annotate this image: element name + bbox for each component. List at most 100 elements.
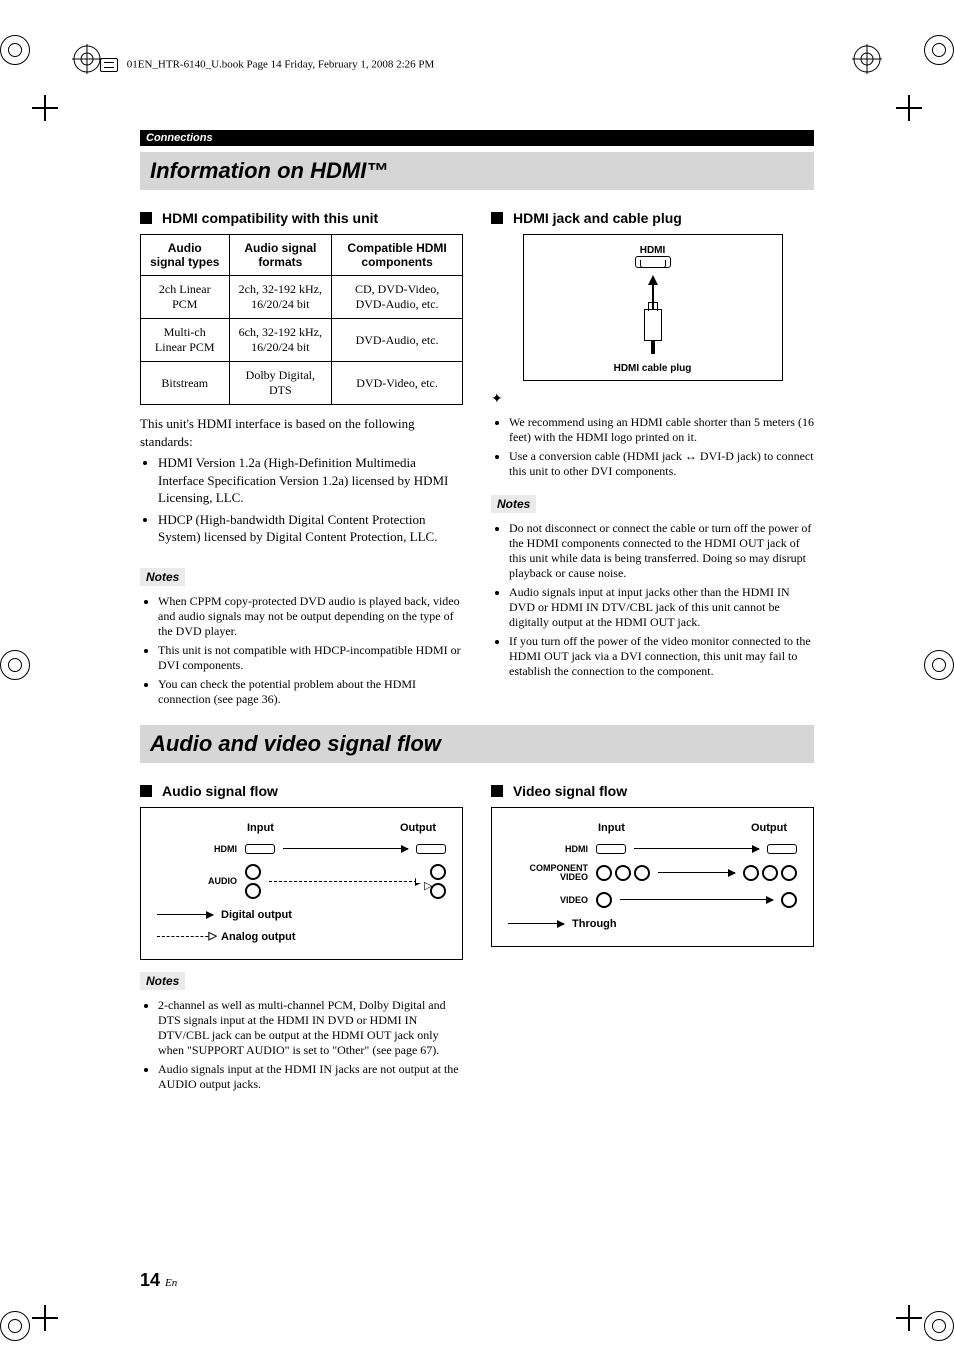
subheading-video-flow: Video signal flow (491, 783, 814, 799)
print-mark (0, 35, 30, 65)
row-label: AUDIO (157, 876, 237, 886)
audio-flow-diagram: Input Output HDMI AUDIO (140, 807, 463, 960)
table-cell: DVD-Audio, etc. (332, 319, 463, 362)
subheading-text: HDMI compatibility with this unit (162, 210, 378, 226)
table-cell: Dolby Digital, DTS (229, 362, 332, 405)
hdmi-port-label: HDMI (534, 245, 772, 256)
input-label: Input (598, 822, 625, 834)
subheading-hdmi-jack: HDMI jack and cable plug (491, 210, 814, 226)
rca-jack-icon (743, 865, 759, 881)
manual-page: 01EN_HTR-6140_U.book Page 14 Friday, Feb… (0, 0, 954, 1351)
list-item: You can check the potential problem abou… (158, 677, 463, 707)
rca-jack-icon (430, 883, 446, 899)
tip-icon (491, 391, 511, 407)
file-stamp: 01EN_HTR-6140_U.book Page 14 Friday, Feb… (100, 58, 434, 72)
arrow-right-icon (283, 848, 408, 849)
notes-label: Notes (491, 495, 536, 513)
section-heading: Audio and video signal flow (140, 725, 814, 763)
notes-label: Notes (140, 972, 185, 990)
legend-label: Through (572, 918, 617, 930)
notes-list: 2-channel as well as multi-channel PCM, … (158, 998, 463, 1092)
print-mark (924, 1311, 954, 1341)
table-cell: CD, DVD-Video, DVD-Audio, etc. (332, 276, 463, 319)
register-circle-icon (72, 44, 102, 74)
table-cell: 2ch Linear PCM (141, 276, 230, 319)
book-icon (100, 58, 118, 72)
rca-jack-icon (430, 864, 446, 880)
subheading-audio-flow: Audio signal flow (140, 783, 463, 799)
row-label: VIDEO (508, 895, 588, 905)
page-number-suffix: En (165, 1277, 177, 1289)
crosshair-icon (32, 1305, 58, 1331)
list-item: Use a conversion cable (HDMI jack ↔ DVI-… (509, 449, 814, 479)
crosshair-icon (896, 95, 922, 121)
row-label: COMPONENT VIDEO (508, 864, 588, 882)
rca-jack-icon (245, 864, 261, 880)
table-cell: 2ch, 32-192 kHz, 16/20/24 bit (229, 276, 332, 319)
notes-list: Do not disconnect or connect the cable o… (509, 521, 814, 679)
hdmi-port-icon (596, 844, 626, 854)
audio-flow-column: Audio signal flow Input Output HDMI AUD (140, 773, 463, 1096)
hdmi-port-icon (767, 844, 797, 854)
table-header: Audio signal types (141, 235, 230, 276)
subheading-text: Video signal flow (513, 783, 627, 799)
rca-jack-icon (781, 892, 797, 908)
legend-solid-icon (157, 914, 213, 915)
hdmi-port-icon (245, 844, 275, 854)
legend-label: Digital output (221, 909, 292, 921)
output-label: Output (400, 822, 436, 834)
bullet-square-icon (140, 212, 152, 224)
legend-dashed-icon (157, 936, 213, 937)
rca-jack-icon (615, 865, 631, 881)
video-flow-diagram: Input Output HDMI COMPONENT VIDEO (491, 807, 814, 947)
bullet-square-icon (491, 212, 503, 224)
table-cell: DVD-Video, etc. (332, 362, 463, 405)
table-header: Audio signal formats (229, 235, 332, 276)
table-row: Bitstream Dolby Digital, DTS DVD-Video, … (141, 362, 463, 405)
list-item: We recommend using an HDMI cable shorter… (509, 415, 814, 445)
legend-label: Analog output (221, 931, 296, 943)
list-item: 2-channel as well as multi-channel PCM, … (158, 998, 463, 1058)
right-column: HDMI jack and cable plug HDMI HDMI cable… (491, 200, 814, 711)
list-item: Do not disconnect or connect the cable o… (509, 521, 814, 581)
list-item: If you turn off the power of the video m… (509, 634, 814, 679)
list-item: When CPPM copy-protected DVD audio is pl… (158, 594, 463, 639)
left-column: HDMI compatibility with this unit Audio … (140, 200, 463, 711)
list-item: HDMI Version 1.2a (High-Definition Multi… (158, 454, 463, 507)
rca-jack-icon (781, 865, 797, 881)
video-flow-column: Video signal flow Input Output HDMI COM (491, 773, 814, 1096)
rca-jack-icon (634, 865, 650, 881)
table-header: Compatible HDMI components (332, 235, 463, 276)
notes-list: When CPPM copy-protected DVD audio is pl… (158, 594, 463, 707)
list-item: Audio signals input at input jacks other… (509, 585, 814, 630)
list-item: This unit is not compatible with HDCP-in… (158, 643, 463, 673)
table-cell: 6ch, 32-192 kHz, 16/20/24 bit (229, 319, 332, 362)
print-mark (0, 1311, 30, 1341)
page-number: 14 En (140, 1270, 177, 1291)
register-circle-icon (852, 44, 882, 74)
tips-list: We recommend using an HDMI cable shorter… (509, 415, 814, 479)
hdmi-compat-table: Audio signal types Audio signal formats … (140, 234, 463, 405)
output-label: Output (751, 822, 787, 834)
hdmi-plug-icon (644, 309, 662, 341)
standards-paragraph: This unit's HDMI interface is based on t… (140, 415, 463, 546)
subheading-hdmi-compat: HDMI compatibility with this unit (140, 210, 463, 226)
rca-jack-icon (762, 865, 778, 881)
page-number-value: 14 (140, 1270, 160, 1290)
table-cell: Bitstream (141, 362, 230, 405)
arrow-up-icon (648, 275, 658, 285)
print-mark (924, 650, 954, 680)
file-stamp-text: 01EN_HTR-6140_U.book Page 14 Friday, Feb… (127, 59, 435, 71)
print-mark (0, 650, 30, 680)
table-row: 2ch Linear PCM 2ch, 32-192 kHz, 16/20/24… (141, 276, 463, 319)
arrow-right-icon (620, 899, 773, 900)
legend-solid-icon (508, 923, 564, 924)
section-category: Connections (140, 130, 814, 146)
hdmi-jack-diagram: HDMI HDMI cable plug (523, 234, 783, 381)
hdmi-port-icon (635, 256, 671, 268)
row-label: HDMI (157, 844, 237, 854)
arrow-right-icon (634, 848, 759, 849)
rca-jack-icon (245, 883, 261, 899)
subheading-text: HDMI jack and cable plug (513, 210, 682, 226)
notes-label: Notes (140, 568, 185, 586)
